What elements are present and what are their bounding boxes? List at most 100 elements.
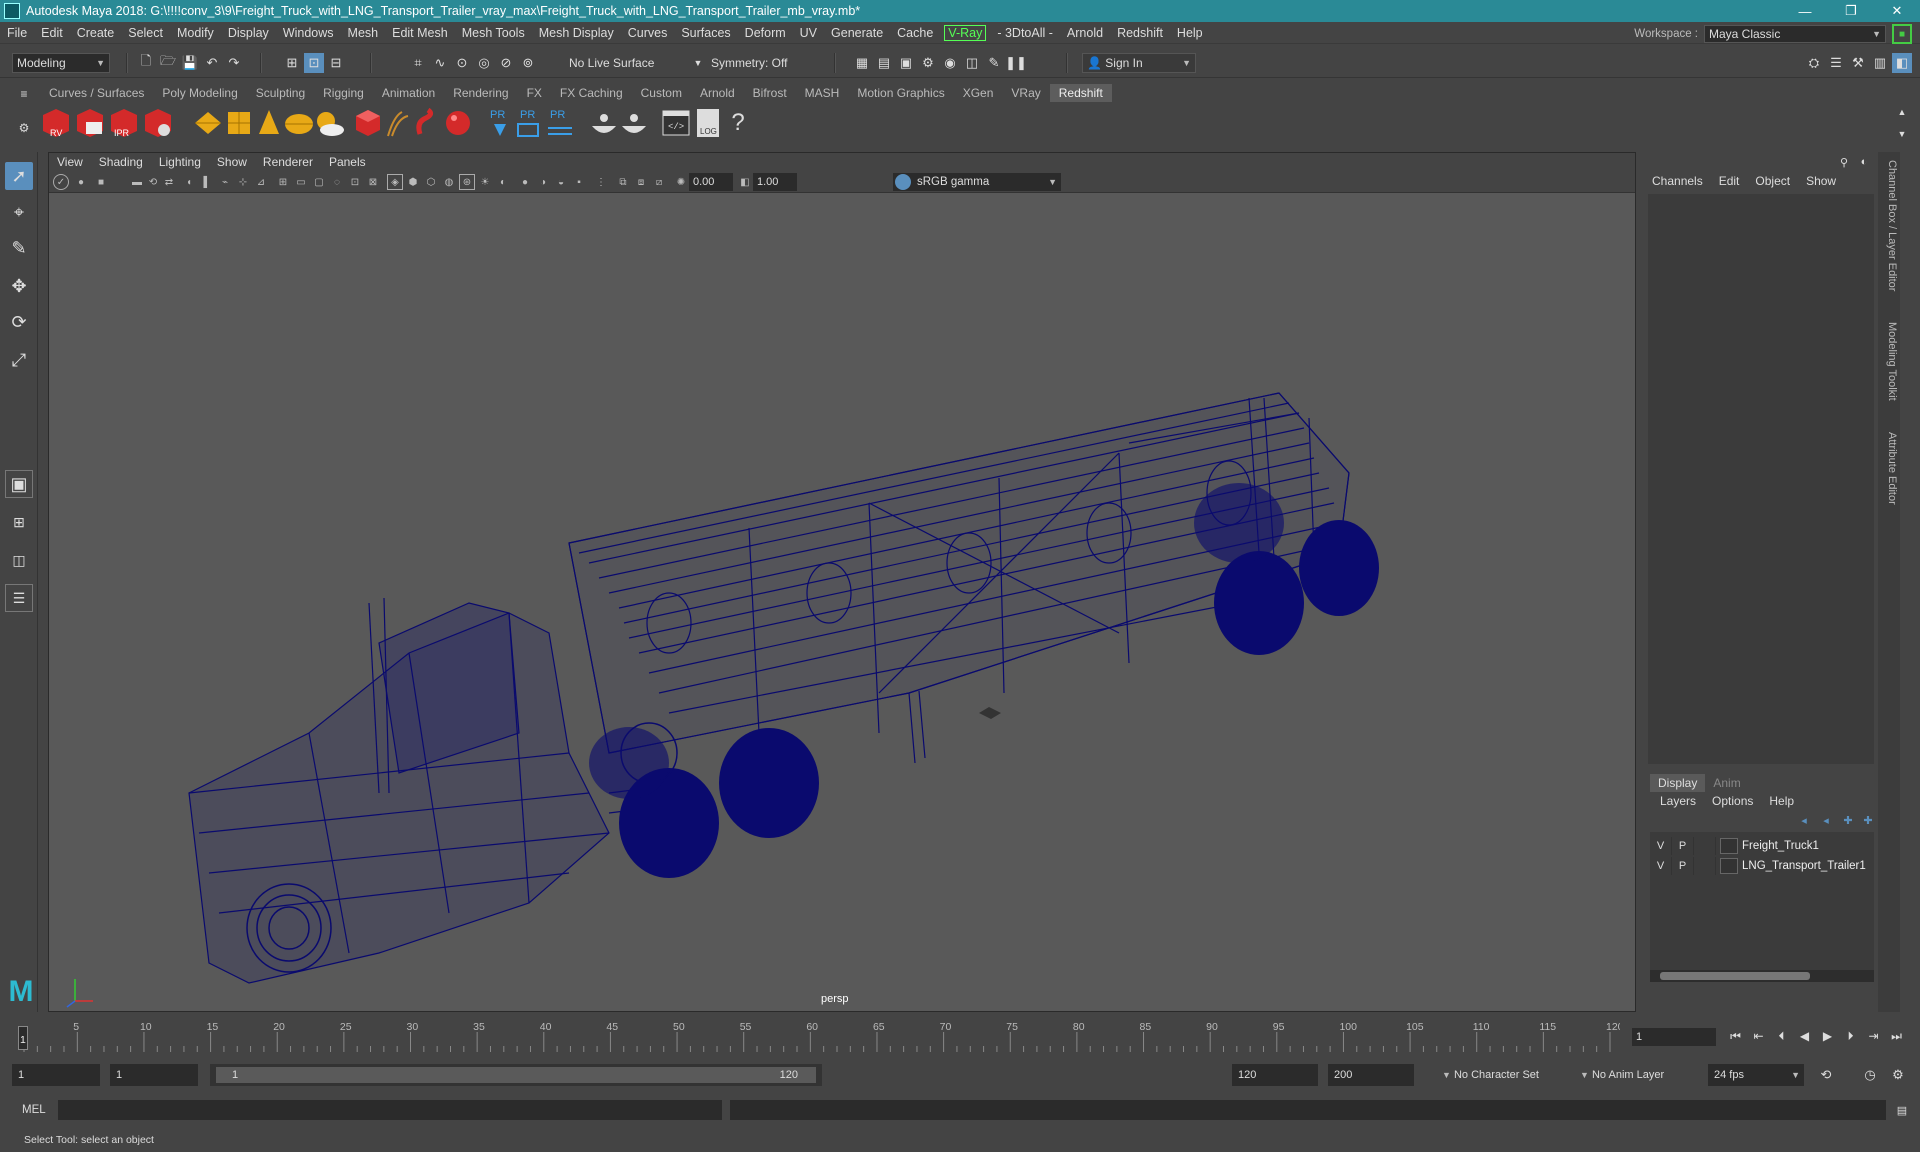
move-tool-icon[interactable]: ✥ <box>5 272 33 300</box>
fps-dropdown[interactable]: 24 fps ▼ <box>1708 1064 1804 1086</box>
redshift-render-view-icon[interactable]: RV <box>40 105 72 141</box>
anti-aliasing-icon[interactable]: ◑ <box>535 174 551 190</box>
viewport-menu-lighting[interactable]: Lighting <box>151 155 209 169</box>
save-scene-icon[interactable]: 💾 <box>180 53 200 73</box>
scene-end-field[interactable]: 200 <box>1328 1064 1414 1086</box>
layer-editor-icon[interactable]: ◧ <box>1892 53 1912 73</box>
menu-help[interactable]: Help <box>1170 26 1210 40</box>
redshift-portal-light-icon[interactable] <box>282 105 314 141</box>
select-camera-icon[interactable]: ✓ <box>53 174 69 190</box>
tab-fx-caching[interactable]: FX Caching <box>551 84 632 102</box>
pr-sync-icon[interactable]: PR <box>544 105 576 141</box>
new-layer-from-selection-icon[interactable]: ✚ <box>1858 810 1878 830</box>
shelf-scroll-up-icon[interactable]: ▲ <box>1892 102 1912 122</box>
redshift-hair-icon[interactable] <box>382 105 414 141</box>
menu-mesh-tools[interactable]: Mesh Tools <box>455 26 532 40</box>
undo-icon[interactable]: ↶ <box>202 53 222 73</box>
step-forward-frame-icon[interactable]: ⏵ <box>1841 1026 1860 1046</box>
tab-motion-graphics[interactable]: Motion Graphics <box>848 84 953 102</box>
pause-icon[interactable]: ❚❚ <box>1005 53 1027 73</box>
attribute-editor-icon[interactable]: ☰ <box>1826 53 1846 73</box>
image-plane-icon[interactable]: ▬ <box>129 174 145 190</box>
character-set-dropdown[interactable]: ▼ No Character Set <box>1436 1064 1570 1086</box>
tab-mash[interactable]: MASH <box>796 84 849 102</box>
redshift-material-icon[interactable] <box>442 105 474 141</box>
menu-arnold[interactable]: Arnold <box>1060 26 1110 40</box>
layer-playback-toggle[interactable]: P <box>1672 857 1694 875</box>
camera-attributes-icon[interactable]: ● <box>73 174 89 190</box>
layer-color-swatch[interactable] <box>1720 838 1738 854</box>
viewport-menu-renderer[interactable]: Renderer <box>255 155 321 169</box>
scene-start-field[interactable]: 1 <box>12 1064 100 1086</box>
film-gate-icon[interactable]: ▌ <box>199 174 215 190</box>
viewport-menu-show[interactable]: Show <box>209 155 255 169</box>
hypershade-icon[interactable]: ◉ <box>940 53 960 73</box>
open-scene-icon[interactable]: 🗁 <box>158 53 178 73</box>
xray-active-icon[interactable]: ⋮ <box>593 174 609 190</box>
menu-set-dropdown[interactable]: Modeling ▼ <box>12 53 110 73</box>
tab-arnold[interactable]: Arnold <box>691 84 744 102</box>
redshift-spot-light-icon[interactable] <box>252 105 284 141</box>
live-surface-field[interactable]: No Live Surface <box>564 53 664 73</box>
render-settings-icon[interactable]: ⚙ <box>918 53 938 73</box>
layer-menu-help[interactable]: Help <box>1761 792 1802 810</box>
safe-title-icon[interactable]: ▢ <box>311 174 327 190</box>
render-view-icon[interactable]: ◫ <box>962 53 982 73</box>
menu-select[interactable]: Select <box>121 26 170 40</box>
range-slider-bar-fill[interactable] <box>216 1067 816 1083</box>
motion-blur-icon[interactable]: ● <box>517 174 533 190</box>
redshift-batch-render-icon[interactable] <box>74 105 106 141</box>
two-view-layout-icon[interactable]: ◫ <box>5 546 33 574</box>
select-by-hierarchy-icon[interactable]: ⊞ <box>282 53 302 73</box>
outliner-layout-icon[interactable]: ☰ <box>5 584 33 612</box>
help-icon[interactable]: ? <box>722 105 754 141</box>
channel-box-menu-show[interactable]: Show <box>1798 172 1844 190</box>
gamma-icon[interactable]: ◧ <box>737 174 753 190</box>
tab-display[interactable]: Display <box>1650 774 1706 792</box>
layer-name[interactable]: LNG_Transport_Trailer1 <box>1742 860 1866 872</box>
layer-row[interactable]: V P LNG_Transport_Trailer1 <box>1650 856 1874 876</box>
layer-list-scrollbar[interactable] <box>1650 970 1874 982</box>
tab-channel-box-layer-editor[interactable]: Channel Box / Layer Editor <box>1886 160 1898 291</box>
redshift-ipr-icon[interactable]: IPR <box>108 105 140 141</box>
render-frame-icon[interactable]: ▦ <box>852 53 872 73</box>
menu-vray[interactable]: V-Ray <box>944 24 987 41</box>
menu-edit-mesh[interactable]: Edit Mesh <box>385 26 455 40</box>
shadows-icon[interactable]: ☀ <box>477 174 493 190</box>
anim-layer-dropdown[interactable]: ▼ No Anim Layer <box>1574 1064 1700 1086</box>
menu-edit[interactable]: Edit <box>34 26 70 40</box>
snap-live-icon[interactable]: ⊚ <box>518 53 538 73</box>
layer-playback-toggle[interactable]: P <box>1672 837 1694 855</box>
hud-icon[interactable]: ⧄ <box>651 174 667 190</box>
menu-3dtoall[interactable]: - 3DtoAll - <box>990 26 1060 40</box>
maximize-button[interactable]: ❐ <box>1828 0 1874 22</box>
rs-render-icon[interactable]: ✎ <box>984 53 1004 73</box>
paint-select-tool-icon[interactable]: ✎ <box>5 234 33 262</box>
pr-export-icon[interactable]: PR <box>514 105 546 141</box>
rotate-tool-icon[interactable]: ⟳ <box>5 308 33 336</box>
play-forward-icon[interactable]: ▶ <box>1818 1026 1837 1046</box>
layer-menu-layers[interactable]: Layers <box>1652 792 1704 810</box>
menu-mesh-display[interactable]: Mesh Display <box>532 26 621 40</box>
layer-row[interactable]: V P Freight_Truck1 <box>1650 836 1874 856</box>
tab-bifrost[interactable]: Bifrost <box>744 84 796 102</box>
log-icon[interactable]: LOG <box>692 105 724 141</box>
toggle-layer-editor-icon[interactable]: ◐ <box>1854 152 1874 172</box>
animation-preferences-icon[interactable]: ⚙ <box>1888 1065 1908 1085</box>
tab-xgen[interactable]: XGen <box>954 84 1003 102</box>
layer-color-swatch[interactable] <box>1720 858 1738 874</box>
viewport-menu-shading[interactable]: Shading <box>91 155 151 169</box>
shelf-tabs-menu-icon[interactable]: ≡ <box>14 84 34 104</box>
render-sequence-icon[interactable]: ▤ <box>874 53 894 73</box>
current-frame-field[interactable]: 1 <box>1632 1028 1716 1046</box>
move-layer-down-icon[interactable]: ◂ <box>1816 810 1836 830</box>
exposure-icon[interactable]: ✺ <box>673 174 689 190</box>
field-chart-icon[interactable]: ⊿ <box>253 174 269 190</box>
minimize-button[interactable]: — <box>1782 0 1828 22</box>
tab-rendering[interactable]: Rendering <box>444 84 517 102</box>
safe-action-icon[interactable]: ▭ <box>293 174 309 190</box>
layer-visibility-toggle[interactable]: V <box>1650 837 1672 855</box>
range-slider[interactable]: 1 120 <box>210 1064 822 1086</box>
redshift-settings-icon[interactable] <box>142 105 174 141</box>
menu-uv[interactable]: UV <box>793 26 824 40</box>
